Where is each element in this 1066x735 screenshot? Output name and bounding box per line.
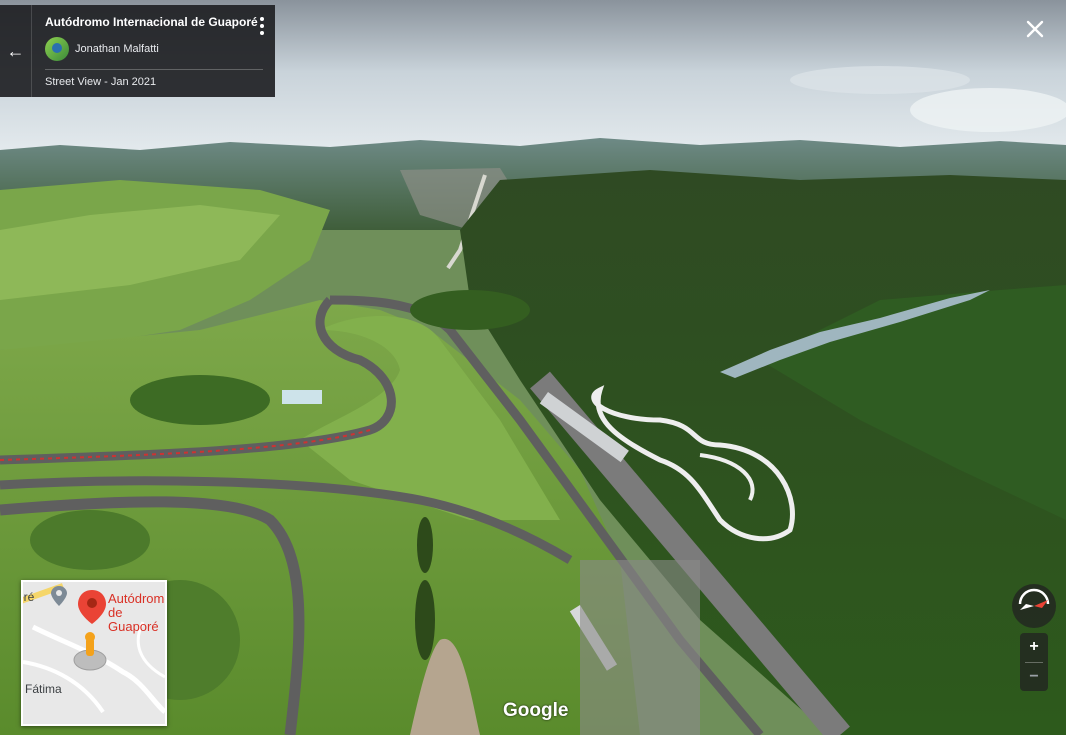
back-button[interactable]: ← xyxy=(0,5,32,97)
pegman-icon xyxy=(73,632,107,671)
zoom-in-button[interactable]: + xyxy=(1020,633,1048,662)
close-icon[interactable] xyxy=(1024,18,1046,40)
tree-cluster xyxy=(410,290,530,330)
author-row[interactable]: Jonathan Malfatti xyxy=(45,37,263,61)
capture-date: Street View - Jan 2021 xyxy=(45,76,157,88)
minimap-area-label: Fátima xyxy=(25,682,62,696)
paddock-area xyxy=(580,560,700,735)
more-options-button[interactable] xyxy=(259,17,265,35)
cloud xyxy=(910,88,1066,132)
minimap[interactable]: Autódromo de Guaporé oré Fátima xyxy=(21,580,167,726)
location-marker-icon xyxy=(51,586,67,606)
place-info-panel: ← Autódromo Internacional de Guaporé Jon… xyxy=(0,5,275,97)
zoom-out-button[interactable]: − xyxy=(1020,663,1048,692)
arrow-left-icon: ← xyxy=(6,40,25,61)
place-title[interactable]: Autódromo Internacional de Guaporé xyxy=(45,15,263,29)
compass-button[interactable] xyxy=(1012,584,1056,628)
pool xyxy=(282,390,322,404)
compass-icon xyxy=(1018,588,1050,610)
author-name[interactable]: Jonathan Malfatti xyxy=(75,43,159,55)
tree-shadow xyxy=(417,517,433,573)
tree-cluster xyxy=(30,510,150,570)
tree-cluster xyxy=(130,375,270,425)
more-vert-icon xyxy=(260,17,264,21)
more-vert-icon xyxy=(260,24,264,28)
more-vert-icon xyxy=(260,31,264,35)
tree-shadow xyxy=(415,580,435,660)
place-info: Autódromo Internacional de Guaporé Jonat… xyxy=(32,5,275,97)
minimap-place-label: Autódromo de Guaporé xyxy=(108,591,167,634)
cloud xyxy=(790,66,970,94)
map-pin-icon xyxy=(78,590,106,624)
google-logo: Google xyxy=(503,700,569,721)
divider xyxy=(45,69,263,70)
avatar[interactable] xyxy=(45,37,69,61)
minimap-city-label: oré xyxy=(23,590,35,604)
zoom-control: + − xyxy=(1020,633,1048,691)
